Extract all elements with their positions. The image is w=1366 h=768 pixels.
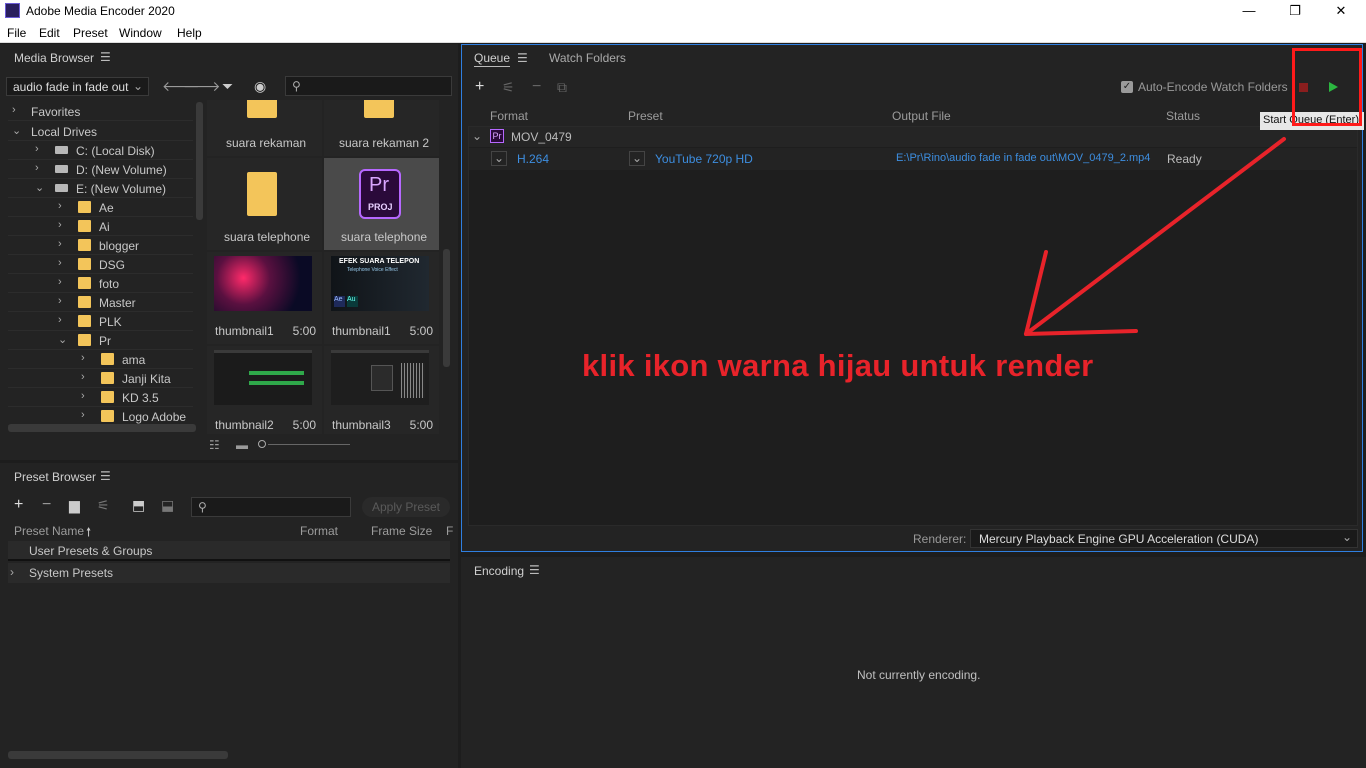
annotation-text: klik ikon warna hijau untuk render	[582, 348, 1094, 383]
annotation-arrow	[1024, 137, 1286, 336]
